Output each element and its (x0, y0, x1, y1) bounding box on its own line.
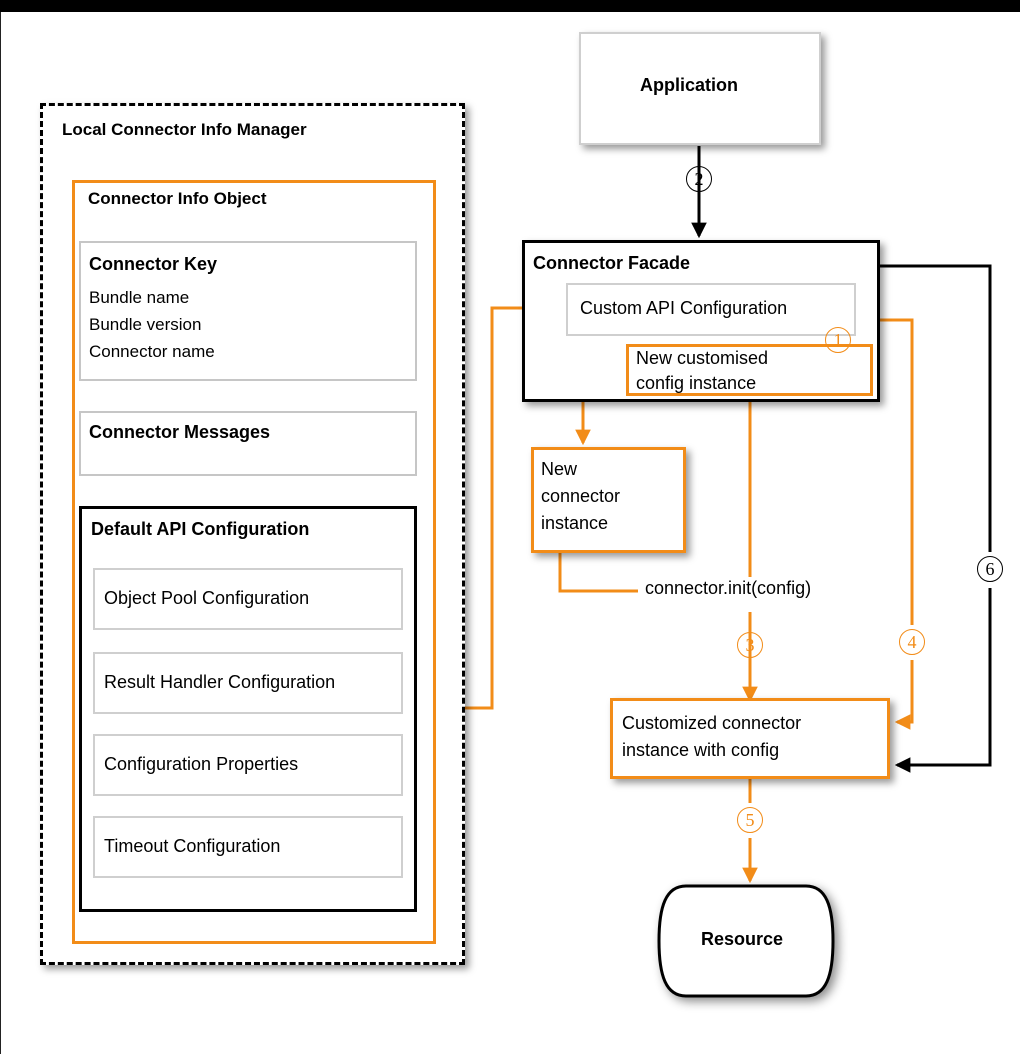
object-pool-configuration-label: Object Pool Configuration (104, 588, 310, 608)
connector-key-line-connector-name: Connector name (89, 342, 215, 361)
step-circle-5: 5 (737, 807, 763, 833)
default-api-configuration-title: Default API Configuration (91, 519, 310, 539)
resource-label: Resource (701, 929, 784, 949)
connector-key-title: Connector Key (89, 254, 218, 274)
step-circle-6: 6 (977, 556, 1003, 582)
step-6-glyph: 6 (985, 559, 995, 579)
step-circle-1: 1 (825, 327, 851, 353)
connector-info-object-title: Connector Info Object (88, 189, 267, 208)
connector-key-line-bundle-name: Bundle name (89, 288, 190, 307)
step-circle-3: 3 (737, 632, 763, 658)
step-5-glyph: 5 (745, 810, 755, 830)
arrow-facade-to-customized-instance (876, 318, 914, 625)
line-new-connector-instance-to-init-label (558, 553, 638, 593)
connector-key-line-bundle-version: Bundle version (89, 315, 202, 334)
application-label: Application (640, 75, 738, 95)
configuration-properties-label: Configuration Properties (104, 754, 299, 774)
new-customised-config-instance-label: New customised config instance (636, 348, 769, 393)
local-connector-info-manager-title: Local Connector Info Manager (62, 120, 307, 139)
step-3-glyph: 3 (745, 635, 755, 655)
custom-api-configuration-label: Custom API Configuration (580, 298, 788, 318)
result-handler-configuration-label: Result Handler Configuration (104, 672, 336, 692)
connector-facade-title: Connector Facade (533, 253, 691, 273)
step-1-glyph: 1 (833, 330, 843, 350)
connector-messages-title: Connector Messages (89, 422, 271, 442)
step-2-glyph: 2 (694, 169, 704, 189)
timeout-configuration-label: Timeout Configuration (104, 836, 281, 856)
connector-init-config-label: connector.init(config) (645, 578, 812, 598)
step-circle-4: 4 (899, 629, 925, 655)
step-circle-2: 2 (686, 166, 712, 192)
connector-messages-box (79, 411, 417, 476)
customized-connector-instance-label: Customized connector instance with confi… (622, 713, 802, 760)
arrow-facade-to-customized-instance-tail (894, 660, 914, 730)
new-connector-instance-label: New connector instance (541, 459, 621, 533)
arrow-customized-instance-return-upper (880, 264, 992, 552)
step-4-glyph: 4 (907, 632, 917, 652)
